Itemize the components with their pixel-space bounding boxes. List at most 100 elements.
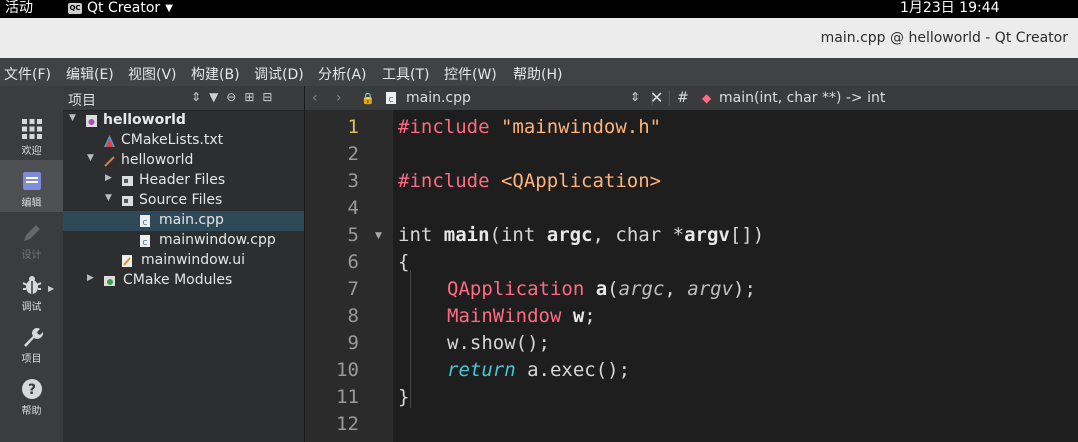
mode-projects[interactable]: 项目 (0, 316, 63, 368)
qt-creator-app-icon: QC (68, 3, 82, 14)
menu-debug[interactable]: 调试(D) (254, 64, 304, 84)
project-view-selector[interactable]: 项目 (68, 90, 96, 110)
preprocessor-menu[interactable]: # (677, 90, 689, 106)
line-number: 2 (347, 143, 359, 165)
editor-toolbar: ‹ › 🔒 C main.cpp ⇕ | ✕ | # ◆ main(int, c… (305, 86, 1078, 111)
code-line: MainWindow w; (447, 305, 596, 327)
line-number: 4 (347, 197, 359, 219)
code-line: int main(int argc, char *argv[]) (398, 224, 765, 246)
expand-right-icon[interactable]: ▶ (87, 273, 94, 283)
code-line: QApplication a(argc, argv); (447, 278, 756, 300)
expand-down-icon[interactable]: ▼ (87, 153, 94, 163)
code-line: { (398, 251, 410, 273)
bug-icon (22, 276, 41, 294)
menu-help[interactable]: 帮助(H) (513, 64, 562, 84)
activities-button[interactable]: 活动 (5, 0, 33, 17)
cpp-file-icon: C (386, 92, 396, 104)
target-icon (104, 156, 115, 167)
tree-item-source-files[interactable]: ▼ Source Files (63, 191, 304, 211)
line-number: 11 (336, 386, 359, 408)
line-number: 9 (347, 332, 359, 354)
window-title: main.cpp @ helloworld - Qt Creator (820, 30, 1068, 46)
help-icon: ? (21, 379, 42, 399)
fold-marker-icon[interactable]: ▼ (375, 231, 382, 241)
lock-icon[interactable]: 🔒 (361, 92, 375, 105)
caret-down-icon: ▼ (165, 3, 173, 14)
nav-back-icon[interactable]: ‹ (312, 90, 318, 106)
svg-text:C: C (143, 219, 148, 227)
menu-analyze[interactable]: 分析(A) (318, 64, 367, 84)
expand-arrow-icon: ▶ (48, 284, 55, 293)
indent-guide (410, 270, 411, 408)
wrench-icon (23, 328, 43, 347)
line-number: 12 (336, 413, 359, 435)
menu-edit[interactable]: 编辑(E) (66, 64, 114, 84)
project-icon (86, 115, 97, 127)
expand-down-icon[interactable]: ▼ (105, 193, 112, 203)
line-number: 3 (347, 170, 359, 192)
link-icon[interactable]: ⊖ (226, 90, 236, 104)
updown-arrows-icon[interactable]: ⇕ (191, 90, 201, 104)
line-number: 8 (347, 305, 359, 327)
updown-arrows-icon[interactable]: ⇕ (630, 90, 640, 104)
mode-welcome[interactable]: 欢迎 (0, 108, 63, 160)
project-panel: 项目 ⇕ ▼ ⊖ ⊞ ⊟ ▼ helloworld CMakeLists.txt… (63, 86, 305, 442)
menu-widgets[interactable]: 控件(W) (444, 64, 497, 84)
menu-view[interactable]: 视图(V) (128, 64, 177, 84)
tree-item-cmakelists[interactable]: CMakeLists.txt (63, 131, 304, 151)
tree-item-main-cpp[interactable]: C main.cpp (63, 211, 304, 231)
mode-label: 编辑 (21, 198, 42, 209)
folder-h-icon (122, 176, 133, 186)
code-line: return a.exec(); (447, 359, 631, 381)
filter-icon[interactable]: ▼ (209, 90, 218, 104)
mode-label: 项目 (21, 354, 42, 365)
mode-selector: 欢迎 编辑 设计 调试 ▶ 项目 ? 帮助 (0, 86, 64, 442)
line-number-gutter: 1 2 3 4 5 ▼ 6 7 8 9 10 11 12 (305, 110, 393, 442)
separator: | (667, 90, 672, 106)
tree-item-target[interactable]: ▼ helloworld (63, 151, 304, 171)
open-file-selector[interactable]: main.cpp (406, 90, 471, 106)
mode-label: 欢迎 (21, 146, 42, 157)
clock[interactable]: 1月23日 19:44 (900, 0, 1000, 17)
close-panel-icon[interactable]: ⊟ (262, 90, 272, 104)
pencil-icon (23, 225, 40, 241)
symbol-selector[interactable]: main(int, char **) -> int (719, 90, 885, 106)
svg-text:C: C (143, 239, 148, 247)
system-top-bar: 活动 QC Qt Creator ▼ 1月23日 19:44 (0, 0, 1078, 18)
mode-debug[interactable]: 调试 ▶ (0, 264, 63, 316)
tree-item-header-files[interactable]: ▶ Header Files (63, 171, 304, 191)
tree-item-cmake-modules[interactable]: ▶ CMake Modules (63, 271, 304, 291)
line-number: 6 (347, 251, 359, 273)
menu-build[interactable]: 构建(B) (191, 64, 240, 84)
project-panel-header: 项目 ⇕ ▼ ⊖ ⊞ ⊟ (63, 86, 304, 111)
cpp-file-icon: C (140, 215, 150, 227)
mode-edit[interactable]: 编辑 (0, 160, 63, 212)
tree-item-mainwindow-ui[interactable]: mainwindow.ui (63, 251, 304, 271)
code-line: w.show(); (447, 332, 550, 354)
mode-help[interactable]: ? 帮助 (0, 368, 63, 420)
expand-down-icon[interactable]: ▼ (69, 113, 76, 123)
nav-forward-icon[interactable]: › (336, 90, 342, 106)
line-number: 10 (336, 359, 359, 381)
expand-right-icon[interactable]: ▶ (105, 173, 112, 183)
mode-design[interactable]: 设计 (0, 212, 63, 264)
cmake-modules-icon (104, 276, 115, 286)
code-line: #include "mainwindow.h" (398, 116, 662, 138)
code-editor[interactable]: #include "mainwindow.h" #include <QAppli… (393, 110, 1078, 442)
folder-cpp-icon (122, 196, 133, 206)
code-line: } (398, 386, 410, 408)
menu-file[interactable]: 文件(F) (4, 64, 51, 84)
cpp-file-icon: C (140, 235, 150, 247)
mode-label: 帮助 (21, 406, 42, 417)
line-number: 7 (347, 278, 359, 300)
close-document-icon[interactable]: ✕ (650, 88, 663, 107)
split-icon[interactable]: ⊞ (244, 90, 254, 104)
menu-tools[interactable]: 工具(T) (382, 64, 429, 84)
tree-item-mainwindow-cpp[interactable]: C mainwindow.cpp (63, 231, 304, 251)
mode-label: 设计 (21, 250, 42, 261)
tree-item-project[interactable]: ▼ helloworld (63, 111, 304, 131)
menu-bar: 文件(F) 编辑(E) 视图(V) 构建(B) 调试(D) 分析(A) 工具(T… (0, 58, 1078, 86)
edit-document-icon (22, 172, 41, 190)
app-menu[interactable]: QC Qt Creator ▼ (68, 0, 173, 17)
grid-icon (21, 119, 42, 139)
